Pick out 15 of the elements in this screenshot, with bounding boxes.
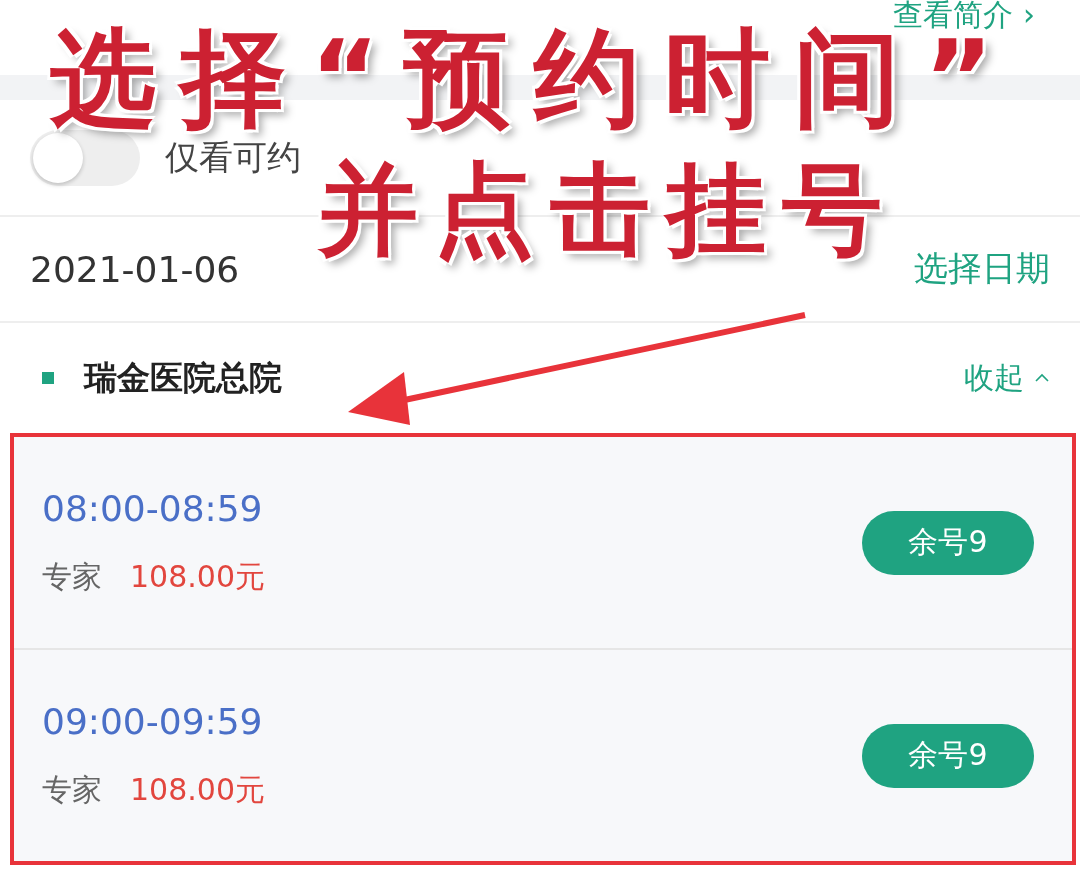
date-text: 2021-01-06	[30, 248, 240, 290]
price: 108.00元	[130, 557, 265, 596]
doctor-level: 专家	[42, 770, 102, 809]
doctor-level: 专家	[42, 557, 102, 596]
time-range: 09:00-09:59	[42, 700, 264, 742]
select-date-link[interactable]: 选择日期	[914, 246, 1050, 292]
remaining-button[interactable]: 余号9	[862, 723, 1034, 788]
toggle-switch[interactable]	[30, 129, 140, 186]
toggle-label: 仅看可约	[165, 135, 301, 179]
price: 108.00元	[130, 770, 265, 809]
remaining-button[interactable]: 余号9	[862, 510, 1034, 575]
collapse-link[interactable]: 收起	[964, 357, 1050, 399]
hospital-name: 瑞金医院总院	[84, 356, 283, 399]
chevron-icon	[1034, 373, 1050, 383]
time-range: 08:00-08:59	[42, 487, 264, 529]
